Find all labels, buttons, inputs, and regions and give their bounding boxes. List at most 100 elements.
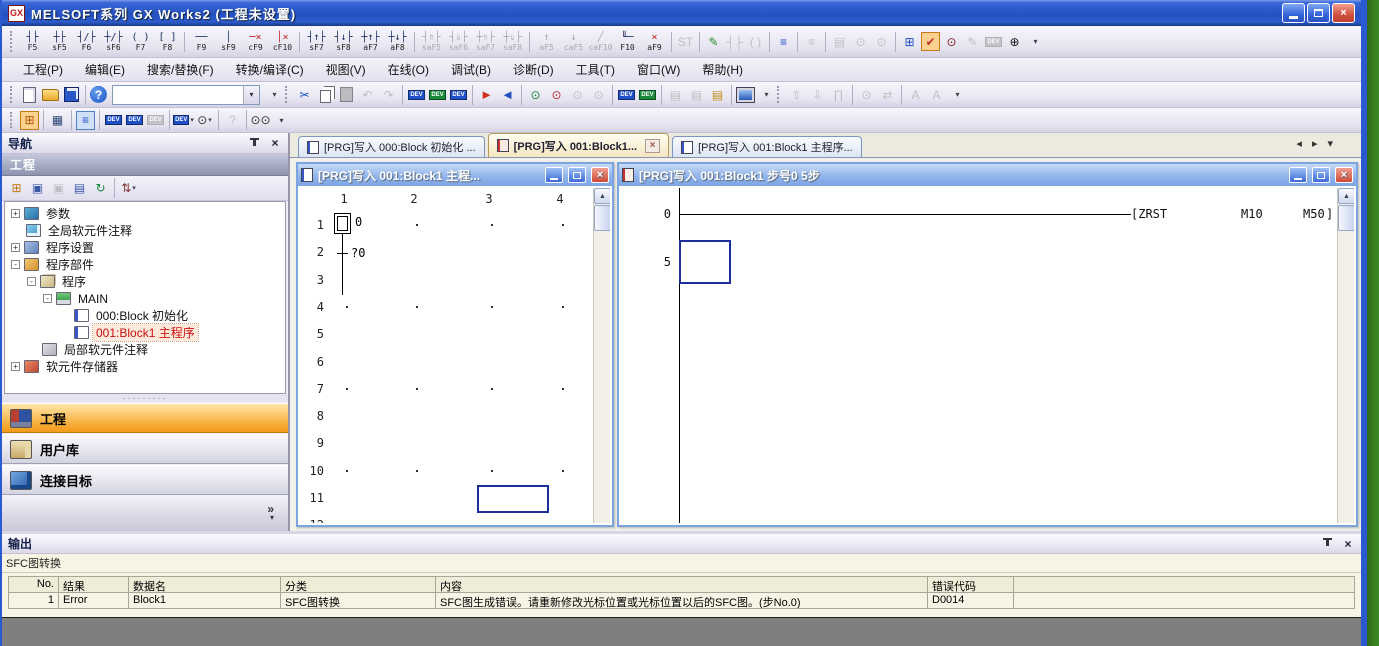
ladder-tool-sF6[interactable]: ┼/├sF6 bbox=[100, 28, 127, 56]
dev-screen-icon[interactable]: DEV bbox=[428, 85, 447, 104]
new-file-icon[interactable] bbox=[20, 85, 39, 104]
nav-button-project[interactable]: 工程 bbox=[2, 403, 288, 433]
ladder-tool-sF5[interactable]: ┼├sF5 bbox=[46, 28, 73, 56]
tree-expander-icon[interactable]: - bbox=[43, 294, 52, 303]
menu-item-6[interactable]: 调试(B) bbox=[440, 58, 502, 81]
find-binoculars-icon[interactable]: ⊙⊙ bbox=[251, 111, 270, 130]
edit-coil-icon[interactable]: ( ) bbox=[746, 32, 765, 51]
download-symbolic-icon[interactable]: ⇩ bbox=[808, 85, 827, 104]
chevron-down-icon[interactable]: ▾ bbox=[208, 116, 212, 124]
transfer-setup-icon[interactable]: ⇄ bbox=[878, 85, 897, 104]
copy-data-icon[interactable]: ▣ bbox=[28, 179, 47, 198]
dev-register-monitor-icon[interactable]: DEV bbox=[638, 85, 657, 104]
tab-close-icon[interactable]: × bbox=[645, 139, 660, 153]
ladder-tool-F7[interactable]: ( )F7 bbox=[127, 28, 154, 56]
statement-edit-icon[interactable]: ▤ bbox=[830, 32, 849, 51]
navigation-window-icon[interactable]: ⊞ bbox=[20, 111, 39, 130]
text-display-a-icon[interactable]: A bbox=[906, 85, 925, 104]
ladder-tool-F5[interactable]: ┤├F5 bbox=[19, 28, 46, 56]
sfc-window-titlebar[interactable]: [PRG]写入 001:Block1 主程... × bbox=[298, 164, 612, 186]
redo-icon[interactable]: ↷ bbox=[379, 85, 398, 104]
pin-icon[interactable] bbox=[1321, 537, 1335, 550]
find-statement-icon[interactable]: ⊙ bbox=[851, 32, 870, 51]
help-window-icon[interactable]: ? bbox=[223, 111, 242, 130]
save-icon[interactable] bbox=[62, 85, 81, 104]
delete-rung-icon[interactable]: ≡ bbox=[802, 32, 821, 51]
upload-symbolic-icon[interactable]: ⇧ bbox=[787, 85, 806, 104]
tree-item-2[interactable]: +程序设置 bbox=[5, 239, 285, 256]
toolbar-grip[interactable] bbox=[777, 86, 782, 104]
ladder-tool-aF8[interactable]: ┼↓├aF8 bbox=[384, 28, 411, 56]
dev-io-icon[interactable]: DEV bbox=[449, 85, 468, 104]
tree-item-0[interactable]: +参数 bbox=[5, 205, 285, 222]
menu-item-10[interactable]: 帮助(H) bbox=[691, 58, 754, 81]
ladder-tool-saF6[interactable]: ┤⇓├saF6 bbox=[445, 28, 472, 56]
sfc-close-button[interactable]: × bbox=[591, 167, 609, 183]
monitor-pause-icon[interactable]: ⊙ bbox=[568, 85, 587, 104]
dev-display-icon[interactable]: DEV bbox=[984, 32, 1003, 51]
ladder-tool-cF10[interactable]: │×cF10 bbox=[269, 28, 296, 56]
paste-data-icon[interactable]: ▣ bbox=[49, 179, 68, 198]
scrollbar-thumb[interactable] bbox=[1338, 205, 1354, 231]
restore-button[interactable] bbox=[1307, 3, 1330, 23]
sfc-diagram-canvas[interactable]: 0 ?0 1234123456789101112 bbox=[300, 188, 593, 523]
tree-item-8[interactable]: 局部软元件注释 bbox=[5, 341, 285, 358]
menu-item-9[interactable]: 窗口(W) bbox=[626, 58, 691, 81]
output-window-icon[interactable]: ≡ bbox=[76, 111, 95, 130]
scrollbar-thumb[interactable] bbox=[594, 205, 610, 231]
tab-list-icon[interactable]: ▾ bbox=[1327, 137, 1333, 150]
sfc-minimize-button[interactable] bbox=[545, 167, 563, 183]
text-display-b-icon[interactable]: A bbox=[927, 85, 946, 104]
undo-icon[interactable]: ↶ bbox=[358, 85, 377, 104]
chevron-down-icon[interactable]: ▾ bbox=[243, 86, 259, 104]
sfc-block-list-icon[interactable]: ⊞ bbox=[900, 32, 919, 51]
edit-device-icon[interactable]: ✎ bbox=[704, 32, 723, 51]
note-merge-icon[interactable]: ▤ bbox=[708, 85, 727, 104]
ladder-tool-cF9[interactable]: ─×cF9 bbox=[242, 28, 269, 56]
tab-next-icon[interactable]: ▸ bbox=[1312, 137, 1318, 150]
ladder-tool-aF5[interactable]: ↑aF5 bbox=[533, 28, 560, 56]
close-button[interactable]: × bbox=[1332, 3, 1355, 23]
menu-item-5[interactable]: 在线(O) bbox=[377, 58, 440, 81]
chevron-down-icon[interactable]: ▾ bbox=[190, 116, 194, 124]
toolbar-grip[interactable] bbox=[10, 31, 15, 53]
device-combo-box[interactable]: ▾ bbox=[112, 85, 260, 105]
tree-item-001block1[interactable]: 001:Block1 主程序 bbox=[5, 324, 285, 341]
ladder-tool-saF7[interactable]: ┼⇑├saF7 bbox=[472, 28, 499, 56]
toolbar3-overflow-icon[interactable]: ▾ bbox=[272, 111, 291, 130]
close-icon[interactable]: × bbox=[268, 136, 282, 150]
ladder-vertical-scrollbar[interactable]: ▲ bbox=[1337, 188, 1354, 523]
ladder-editor-body[interactable]: 0 5 [ZRST M10 M50 ] bbox=[621, 188, 1354, 523]
toolbar2-overflow-a-icon[interactable]: ▾ bbox=[265, 85, 284, 104]
ladder-tool-caF10[interactable]: ╱caF10 bbox=[587, 28, 614, 56]
copy-icon[interactable] bbox=[316, 85, 335, 104]
data-property-icon[interactable]: ▤ bbox=[70, 179, 89, 198]
menu-item-4[interactable]: 视图(V) bbox=[315, 58, 377, 81]
ladder-tool-sF9[interactable]: │sF9 bbox=[215, 28, 242, 56]
sort-project-icon[interactable]: ⇅▾ bbox=[119, 179, 138, 198]
menu-item-3[interactable]: 转换/编译(C) bbox=[225, 58, 315, 81]
ladder-tool-aF9[interactable]: ×aF9 bbox=[641, 28, 668, 56]
toolbar-grip[interactable] bbox=[285, 86, 290, 104]
ladder-tool-aF7[interactable]: ┼↑├aF7 bbox=[357, 28, 384, 56]
dev-find-icon[interactable]: DEV bbox=[407, 85, 426, 104]
element-selection-icon[interactable]: ▦ bbox=[48, 111, 67, 130]
pin-icon[interactable] bbox=[248, 137, 262, 150]
find-device-icon[interactable]: ⊙▾ bbox=[195, 111, 214, 130]
st-inline-icon[interactable]: ST bbox=[676, 32, 695, 51]
nav-button-userlib[interactable]: 用户库 bbox=[2, 434, 288, 464]
tree-expander-icon[interactable]: + bbox=[11, 362, 20, 371]
new-data-icon[interactable]: ⊞ bbox=[7, 179, 26, 198]
dev-watch-icon[interactable]: DEV▾ bbox=[174, 111, 193, 130]
cut-icon[interactable]: ✂ bbox=[295, 85, 314, 104]
tree-expander-icon[interactable]: + bbox=[11, 209, 20, 218]
sfc-vertical-scrollbar[interactable]: ▲ bbox=[593, 188, 610, 523]
statement-list-icon[interactable]: ▤ bbox=[666, 85, 685, 104]
chevron-down-icon[interactable]: ▾ bbox=[270, 514, 274, 522]
dev-ccl-display-icon[interactable]: DEV bbox=[146, 111, 165, 130]
ladder-tool-sF8[interactable]: ┤↓├sF8 bbox=[330, 28, 357, 56]
panel-splitter[interactable]: ········· bbox=[2, 394, 288, 402]
sfc-editor-body[interactable]: 0 ?0 1234123456789101112 ▲ bbox=[300, 188, 610, 523]
sfc-selection-cursor[interactable] bbox=[477, 485, 549, 513]
insert-rung-icon[interactable]: ≡ bbox=[774, 32, 793, 51]
